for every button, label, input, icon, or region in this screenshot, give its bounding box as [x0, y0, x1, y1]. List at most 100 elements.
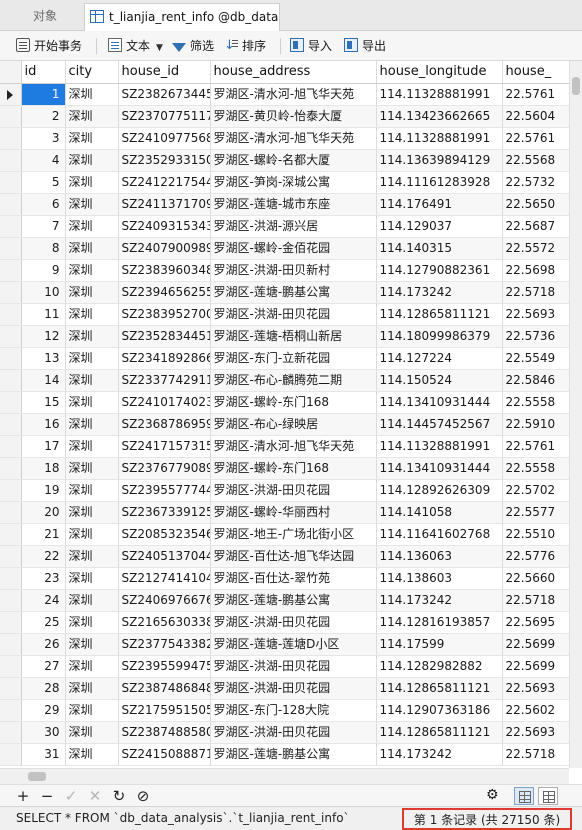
cell-house-id[interactable]: SZ24122175444 — [118, 171, 211, 194]
cell-house-id[interactable]: SZ21759515055 — [118, 699, 211, 722]
cell-house-id[interactable]: SZ23874868488 — [118, 677, 211, 700]
cell-id[interactable]: 3 — [21, 127, 66, 150]
table-row[interactable]: 13深圳SZ23418928667罗湖区-东门-立新花园114.12722422… — [0, 347, 582, 370]
cell-id[interactable]: 2 — [21, 105, 66, 128]
cell-house-id[interactable]: SZ23767790891 — [118, 457, 211, 480]
cell-city[interactable]: 深圳 — [65, 699, 119, 722]
cell-house-address[interactable]: 罗湖区-百仕达-旭飞华达园 — [210, 545, 377, 568]
cell-house-id[interactable]: SZ24171573159 — [118, 435, 211, 458]
cell-id[interactable]: 16 — [21, 413, 66, 436]
row-indicator[interactable] — [0, 611, 22, 634]
cell-id[interactable]: 26 — [21, 633, 66, 656]
cell-house-id[interactable]: SZ23528344510 — [118, 325, 211, 348]
row-indicator[interactable] — [0, 655, 22, 678]
cell-house-address[interactable]: 罗湖区-螺岭-金佰花园 — [210, 237, 377, 260]
row-indicator[interactable] — [0, 215, 22, 238]
cell-house-address[interactable]: 罗湖区-螺岭-东门168 — [210, 457, 377, 480]
table-row[interactable]: 10深圳SZ23946562553罗湖区-莲塘-鹏基公寓114.17324222… — [0, 281, 582, 304]
cell-house-longitude[interactable]: 114.138603 — [376, 567, 503, 590]
cell-id[interactable]: 6 — [21, 193, 66, 216]
cell-house-id[interactable]: SZ21656303388 — [118, 611, 211, 634]
cell-city[interactable]: 深圳 — [65, 677, 119, 700]
cell-house-longitude[interactable]: 114.127224 — [376, 347, 503, 370]
chevron-down-icon[interactable]: ▼ — [156, 37, 163, 59]
cell-house-address[interactable]: 罗湖区-清水河-旭飞华天苑 — [210, 127, 377, 150]
table-row[interactable]: 6深圳SZ24113717097罗湖区-莲塘-城市东座114.17649122.… — [0, 193, 582, 216]
cell-id[interactable]: 15 — [21, 391, 66, 414]
column-header-house-longitude[interactable]: house_longitude — [376, 61, 503, 84]
export-button[interactable]: 导出 — [344, 35, 386, 57]
table-row[interactable]: 24深圳SZ24069766767罗湖区-莲塘-鹏基公寓114.17324222… — [0, 589, 582, 612]
cell-house-id[interactable]: SZ23418928667 — [118, 347, 211, 370]
cell-house-longitude[interactable]: 114.1282982882 — [376, 655, 503, 678]
cell-house-id[interactable]: SZ23955777443 — [118, 479, 211, 502]
row-indicator[interactable] — [0, 567, 22, 590]
cell-house-longitude[interactable]: 114.173242 — [376, 589, 503, 612]
cell-id[interactable]: 9 — [21, 259, 66, 282]
column-header-id[interactable]: id — [21, 61, 66, 84]
cell-city[interactable]: 深圳 — [65, 743, 119, 766]
horizontal-scroll-thumb[interactable] — [28, 772, 46, 781]
cell-city[interactable]: 深圳 — [65, 259, 119, 282]
begin-transaction-button[interactable]: 开始事务 — [16, 35, 82, 57]
cell-house-address[interactable]: 罗湖区-莲塘-城市东座 — [210, 193, 377, 216]
cell-id[interactable]: 24 — [21, 589, 66, 612]
cell-house-address[interactable]: 罗湖区-莲塘-鹏基公寓 — [210, 743, 377, 766]
cell-house-longitude[interactable]: 114.13639894129 — [376, 149, 503, 172]
cell-id[interactable]: 20 — [21, 501, 66, 524]
row-indicator[interactable] — [0, 523, 22, 546]
cell-city[interactable]: 深圳 — [65, 611, 119, 634]
cell-id[interactable]: 23 — [21, 567, 66, 590]
cell-id[interactable]: 5 — [21, 171, 66, 194]
cell-house-id[interactable]: SZ24150888714 — [118, 743, 211, 766]
cell-house-longitude[interactable]: 114.13410931444 — [376, 457, 503, 480]
cell-house-id[interactable]: SZ24093153438 — [118, 215, 211, 238]
cell-house-id[interactable]: SZ23955994751 — [118, 655, 211, 678]
table-row[interactable]: 22深圳SZ24051370448罗湖区-百仕达-旭飞华达园114.136063… — [0, 545, 582, 568]
cell-house-id[interactable]: SZ23839527002 — [118, 303, 211, 326]
cell-city[interactable]: 深圳 — [65, 193, 119, 216]
cell-city[interactable]: 深圳 — [65, 369, 119, 392]
apply-changes-button[interactable]: ✓ — [62, 787, 80, 805]
cell-city[interactable]: 深圳 — [65, 149, 119, 172]
cell-id[interactable]: 29 — [21, 699, 66, 722]
vertical-scrollbar[interactable] — [569, 61, 582, 768]
cell-house-id[interactable]: SZ21274141042 — [118, 567, 211, 590]
cell-house-address[interactable]: 罗湖区-洪湖-田贝花园 — [210, 611, 377, 634]
cell-house-longitude[interactable]: 114.11328881991 — [376, 127, 503, 150]
cell-house-longitude[interactable]: 114.11328881991 — [376, 435, 503, 458]
row-indicator[interactable] — [0, 435, 22, 458]
cell-house-address[interactable]: 罗湖区-洪湖-源兴居 — [210, 215, 377, 238]
cell-house-address[interactable]: 罗湖区-莲塘-莲塘D小区 — [210, 633, 377, 656]
cell-house-address[interactable]: 罗湖区-洪湖-田贝花园 — [210, 303, 377, 326]
cell-id[interactable]: 18 — [21, 457, 66, 480]
row-indicator[interactable] — [0, 743, 22, 766]
cell-city[interactable]: 深圳 — [65, 391, 119, 414]
cell-city[interactable]: 深圳 — [65, 325, 119, 348]
table-row[interactable]: 25深圳SZ21656303388罗湖区-洪湖-田贝花园114.12816193… — [0, 611, 582, 634]
cell-house-longitude[interactable]: 114.12892626309 — [376, 479, 503, 502]
table-row[interactable]: 31深圳SZ24150888714罗湖区-莲塘-鹏基公寓114.17324222… — [0, 743, 582, 766]
table-row[interactable]: 11深圳SZ23839527002罗湖区-洪湖-田贝花园114.12865811… — [0, 303, 582, 326]
cell-id[interactable]: 7 — [21, 215, 66, 238]
cell-city[interactable]: 深圳 — [65, 83, 119, 106]
table-row[interactable]: 16深圳SZ23687869594罗湖区-布心-绿映居114.144574525… — [0, 413, 582, 436]
row-indicator[interactable] — [0, 171, 22, 194]
table-row[interactable]: 21深圳SZ20853235467罗湖区-地王-广场北街小区114.116416… — [0, 523, 582, 546]
cell-house-longitude[interactable]: 114.13410931444 — [376, 391, 503, 414]
column-header-city[interactable]: city — [65, 61, 119, 84]
cell-city[interactable]: 深圳 — [65, 127, 119, 150]
cell-id[interactable]: 31 — [21, 743, 66, 766]
cell-city[interactable]: 深圳 — [65, 303, 119, 326]
grid-view-button[interactable] — [514, 787, 534, 805]
cell-house-address[interactable]: 罗湖区-莲塘-梧桐山新居 — [210, 325, 377, 348]
cell-city[interactable]: 深圳 — [65, 523, 119, 546]
table-row[interactable]: 17深圳SZ24171573159罗湖区-清水河-旭飞华天苑114.113288… — [0, 435, 582, 458]
table-row[interactable]: 7深圳SZ24093153438罗湖区-洪湖-源兴居114.12903722.5… — [0, 215, 582, 238]
cell-city[interactable]: 深圳 — [65, 721, 119, 744]
cell-house-address[interactable]: 罗湖区-螺岭-名都大厦 — [210, 149, 377, 172]
cell-house-address[interactable]: 罗湖区-洪湖-田贝花园 — [210, 721, 377, 744]
column-header-house-address[interactable]: house_address — [210, 61, 377, 84]
cell-house-address[interactable]: 罗湖区-布心-绿映居 — [210, 413, 377, 436]
filter-button[interactable]: 筛选 — [172, 35, 214, 57]
